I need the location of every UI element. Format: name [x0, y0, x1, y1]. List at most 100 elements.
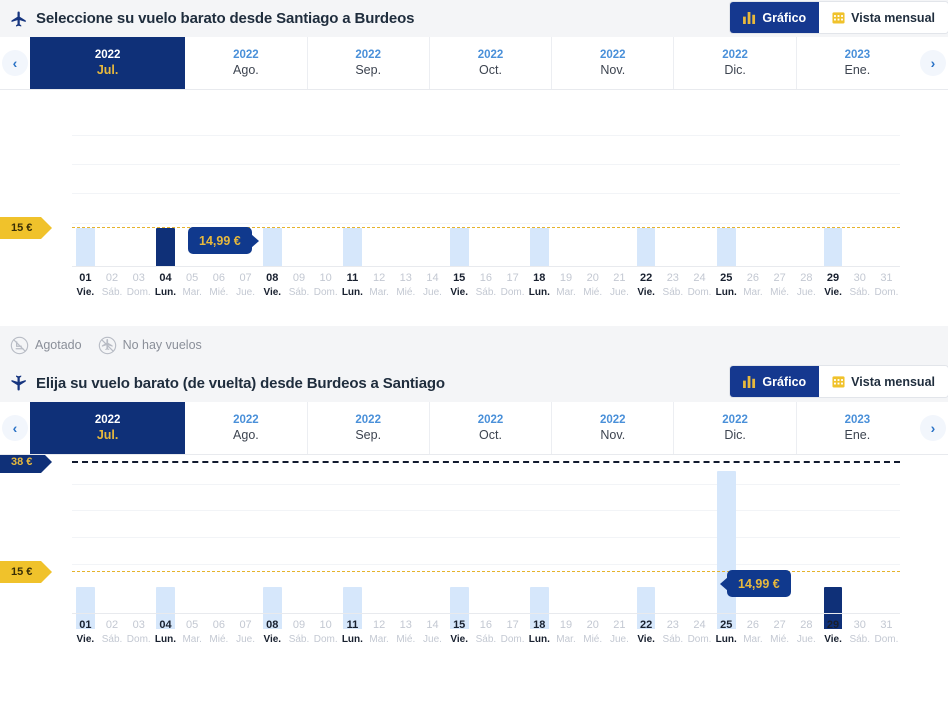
return-day-05[interactable]: 05 Mar.	[179, 614, 206, 646]
return-bar-column[interactable]	[99, 455, 126, 629]
outbound-bar-column[interactable]	[259, 90, 286, 266]
outbound-day-17[interactable]: 17 Dom.	[499, 267, 526, 299]
outbound-month-ago[interactable]: 2022 Ago.	[185, 37, 308, 89]
return-day-09[interactable]: 09 Sáb.	[286, 614, 313, 646]
outbound-bar-column[interactable]	[579, 90, 606, 266]
return-day-19[interactable]: 19 Mar.	[553, 614, 580, 646]
return-day-29[interactable]: 29 Vie.	[820, 614, 847, 646]
outbound-bar-column[interactable]	[713, 90, 740, 266]
return-bar-column[interactable]	[659, 455, 686, 629]
return-day-22[interactable]: 22 Vie.	[633, 614, 660, 646]
outbound-bar-column[interactable]	[766, 90, 793, 266]
outbound-day-20[interactable]: 20 Mié.	[579, 267, 606, 299]
outbound-bar-column[interactable]	[659, 90, 686, 266]
outbound-bar-column[interactable]	[473, 90, 500, 266]
outbound-day-09[interactable]: 09 Sáb.	[286, 267, 313, 299]
outbound-next-month-button[interactable]: ›	[918, 37, 948, 89]
return-prev-month-button[interactable]: ‹	[0, 402, 30, 454]
return-month-view-button[interactable]: Vista mensual	[819, 366, 948, 397]
outbound-day-08[interactable]: 08 Vie.	[259, 267, 286, 299]
outbound-day-10[interactable]: 10 Dom.	[312, 267, 339, 299]
return-bar-column[interactable]	[526, 455, 553, 629]
outbound-bar-column[interactable]	[392, 90, 419, 266]
return-day-03[interactable]: 03 Dom.	[125, 614, 152, 646]
return-bar-column[interactable]	[286, 455, 313, 629]
return-bar-column[interactable]	[606, 455, 633, 629]
outbound-day-03[interactable]: 03 Dom.	[125, 267, 152, 299]
return-day-04[interactable]: 04 Lun.	[152, 614, 179, 646]
return-bar-column[interactable]	[820, 455, 847, 629]
return-day-02[interactable]: 02 Sáb.	[99, 614, 126, 646]
return-month-jul[interactable]: 2022 Jul.	[30, 402, 186, 454]
outbound-bar-column[interactable]	[740, 90, 767, 266]
outbound-day-28[interactable]: 28 Jue.	[793, 267, 820, 299]
return-day-15[interactable]: 15 Vie.	[446, 614, 473, 646]
outbound-prev-month-button[interactable]: ‹	[0, 37, 30, 89]
outbound-bar[interactable]	[262, 228, 282, 266]
outbound-bar[interactable]	[529, 228, 549, 266]
outbound-day-19[interactable]: 19 Mar.	[553, 267, 580, 299]
outbound-bar-column[interactable]	[499, 90, 526, 266]
outbound-bar[interactable]	[76, 228, 95, 266]
outbound-bar[interactable]	[823, 228, 843, 266]
return-bar-column[interactable]	[72, 455, 99, 629]
return-day-10[interactable]: 10 Dom.	[312, 614, 339, 646]
return-bar-column[interactable]	[740, 455, 767, 629]
return-day-28[interactable]: 28 Jue.	[793, 614, 820, 646]
return-bar-column[interactable]	[553, 455, 580, 629]
outbound-bar-column[interactable]	[606, 90, 633, 266]
return-month-nov[interactable]: 2022 Nov.	[552, 402, 675, 454]
return-bar-column[interactable]	[339, 455, 366, 629]
return-bar-column[interactable]	[366, 455, 393, 629]
return-day-27[interactable]: 27 Mié.	[766, 614, 793, 646]
return-day-12[interactable]: 12 Mar.	[366, 614, 393, 646]
outbound-day-11[interactable]: 11 Lun.	[339, 267, 366, 299]
outbound-day-30[interactable]: 30 Sáb.	[846, 267, 873, 299]
return-day-14[interactable]: 14 Jue.	[419, 614, 446, 646]
return-bar-column[interactable]	[125, 455, 152, 629]
return-bar-column[interactable]	[446, 455, 473, 629]
outbound-bar-column[interactable]	[793, 90, 820, 266]
outbound-day-13[interactable]: 13 Mié.	[392, 267, 419, 299]
outbound-bar-selected[interactable]	[156, 228, 175, 266]
outbound-day-26[interactable]: 26 Mar.	[740, 267, 767, 299]
outbound-bar[interactable]	[636, 228, 656, 266]
return-day-30[interactable]: 30 Sáb.	[846, 614, 873, 646]
outbound-day-04[interactable]: 04 Lun.	[152, 267, 179, 299]
return-month-ago[interactable]: 2022 Ago.	[185, 402, 308, 454]
return-day-20[interactable]: 20 Mié.	[579, 614, 606, 646]
outbound-month-dic[interactable]: 2022 Dic.	[674, 37, 797, 89]
outbound-bar-column[interactable]	[419, 90, 446, 266]
return-day-17[interactable]: 17 Dom.	[499, 614, 526, 646]
outbound-day-27[interactable]: 27 Mié.	[766, 267, 793, 299]
outbound-day-23[interactable]: 23 Sáb.	[659, 267, 686, 299]
outbound-day-05[interactable]: 05 Mar.	[179, 267, 206, 299]
return-bar-column[interactable]	[579, 455, 606, 629]
outbound-month-sep[interactable]: 2022 Sep.	[308, 37, 430, 89]
return-bar-column[interactable]	[713, 455, 740, 629]
outbound-day-06[interactable]: 06 Mié.	[206, 267, 233, 299]
outbound-bar-column[interactable]	[72, 90, 99, 266]
return-day-01[interactable]: 01 Vie.	[72, 614, 99, 646]
outbound-bar-column[interactable]	[873, 90, 900, 266]
outbound-chart-view-button[interactable]: Gráfico	[730, 2, 820, 33]
outbound-bar-column[interactable]	[366, 90, 393, 266]
return-day-08[interactable]: 08 Vie.	[259, 614, 286, 646]
return-day-24[interactable]: 24 Dom.	[686, 614, 713, 646]
return-bar-column[interactable]	[152, 455, 179, 629]
outbound-bar-column[interactable]	[152, 90, 179, 266]
return-bar-column[interactable]	[846, 455, 873, 629]
outbound-bar-column[interactable]	[286, 90, 313, 266]
return-day-26[interactable]: 26 Mar.	[740, 614, 767, 646]
return-bar-column[interactable]	[473, 455, 500, 629]
return-bar-column[interactable]	[419, 455, 446, 629]
outbound-day-31[interactable]: 31 Dom.	[873, 267, 900, 299]
outbound-month-jul[interactable]: 2022 Jul.	[30, 37, 186, 89]
outbound-bar-column[interactable]	[633, 90, 660, 266]
return-day-23[interactable]: 23 Sáb.	[659, 614, 686, 646]
return-day-31[interactable]: 31 Dom.	[873, 614, 900, 646]
outbound-day-01[interactable]: 01 Vie.	[72, 267, 99, 299]
outbound-month-oct[interactable]: 2022 Oct.	[430, 37, 553, 89]
outbound-day-29[interactable]: 29 Vie.	[820, 267, 847, 299]
outbound-day-12[interactable]: 12 Mar.	[366, 267, 393, 299]
